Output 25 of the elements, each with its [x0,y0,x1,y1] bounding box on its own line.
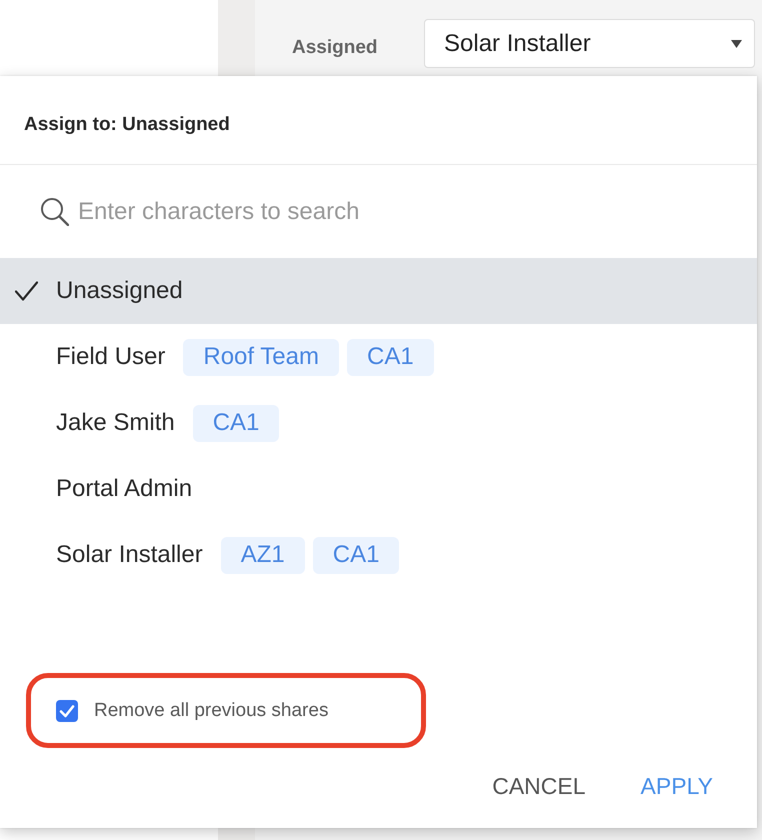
option-row[interactable]: Solar Installer AZ1 CA1 [0,522,757,588]
option-name: Solar Installer [56,541,203,569]
option-row[interactable]: Field User Roof Team CA1 [0,324,757,390]
check-icon [15,281,38,301]
field-label: Assigned [292,36,379,58]
option-name: Unassigned [56,277,183,305]
tag: AZ1 [220,536,305,574]
option-name: Portal Admin [56,475,192,503]
option-name: Field User [56,343,166,371]
caret-icon [731,40,742,48]
checkbox[interactable] [56,700,78,722]
tag: Roof Team [183,338,339,376]
search-icon [40,197,69,226]
search-field[interactable]: Enter characters to search [78,198,698,226]
option-row[interactable]: Unassigned [0,258,757,324]
cancel-button[interactable]: CANCEL [476,764,602,808]
tag: CA1 [192,404,280,442]
option-row[interactable]: Portal Admin [0,456,757,522]
dialog-title: Assign to: Unassigned [24,114,230,136]
option-row[interactable]: Jake Smith CA1 [0,390,757,456]
option-name: Jake Smith [56,409,175,437]
tag: CA1 [312,536,400,574]
assignee-select[interactable]: Solar Installer [424,19,755,68]
tag: CA1 [346,338,434,376]
checkbox-label: Remove all previous shares [94,700,328,722]
